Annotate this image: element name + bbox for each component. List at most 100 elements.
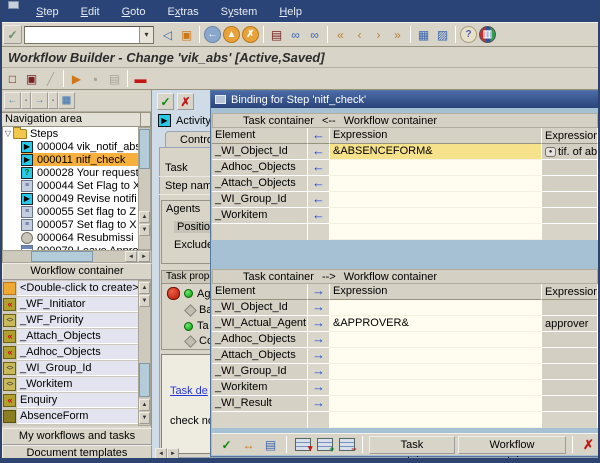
expression-cell[interactable]: [330, 300, 542, 316]
expression-cell[interactable]: [330, 208, 542, 224]
copy-icon[interactable]: ▣: [22, 69, 41, 88]
container-scroll-down2-icon[interactable]: ▼: [139, 412, 150, 424]
expression-cell[interactable]: [330, 380, 542, 396]
forward-history-icon[interactable]: ▪: [48, 92, 58, 109]
container-item[interactable]: <>_WF_Priority: [2, 312, 139, 328]
tree-hscroll-thumb[interactable]: [31, 251, 93, 262]
tree-horizontal-scrollbar[interactable]: ◄ ►: [2, 250, 152, 263]
expression-cell[interactable]: [330, 192, 542, 208]
print-icon[interactable]: ▤: [267, 25, 286, 44]
confirm-icon[interactable]: ✓: [217, 435, 236, 454]
expression-cell[interactable]: [330, 332, 542, 348]
binding-dialog-titlebar[interactable]: Binding for Step 'nitf_check': [211, 91, 599, 108]
window-restore-icon[interactable]: [8, 1, 19, 9]
expression-cell[interactable]: [330, 396, 542, 412]
help-icon[interactable]: ?: [460, 26, 477, 43]
customize-icon[interactable]: ▥: [479, 26, 496, 43]
binding-overview-icon[interactable]: ↔: [239, 435, 258, 454]
agent-property-row[interactable]: Ag: [167, 287, 210, 300]
shortcut-icon[interactable]: ▨: [433, 25, 452, 44]
save-icon[interactable]: ▣: [177, 25, 196, 44]
container-scroll-thumb[interactable]: [139, 363, 150, 397]
tree-scroll-right-icon[interactable]: ►: [138, 251, 150, 262]
test-icon[interactable]: ▶: [67, 69, 86, 88]
tree-step-row[interactable]: ▶000004vik_notif_abs: [3, 140, 139, 153]
nav-exit-icon[interactable]: ▲: [223, 26, 240, 43]
prev-page-icon[interactable]: ‹: [350, 25, 369, 44]
first-page-icon[interactable]: «: [331, 25, 350, 44]
property-row[interactable]: Ba: [186, 304, 212, 316]
next-page-icon[interactable]: ›: [369, 25, 388, 44]
agents-tab[interactable]: Agents: [166, 203, 200, 215]
menu-item-help[interactable]: Help: [279, 6, 302, 18]
container-item[interactable]: <>_Workitem: [2, 376, 139, 392]
menu-item-goto[interactable]: Goto: [122, 6, 146, 18]
step-back-icon[interactable]: ←: [4, 92, 21, 109]
graphic-overview-icon[interactable]: ▦: [58, 92, 75, 109]
expression-cell[interactable]: &ABSENCEFORM&: [330, 144, 542, 160]
generate-icon[interactable]: ▬: [131, 69, 150, 88]
delete-line-icon[interactable]: −: [337, 435, 356, 454]
insert-line-icon[interactable]: ▾: [293, 435, 312, 454]
close-icon[interactable]: ✗: [579, 435, 598, 454]
tree-step-row[interactable]: ≡000055Set flag to Z: [3, 205, 139, 218]
find-next-icon[interactable]: ∞: [305, 25, 324, 44]
command-field[interactable]: [25, 28, 137, 42]
my-workflows-button[interactable]: My workflows and tasks: [2, 428, 152, 445]
back-icon[interactable]: ◁: [158, 25, 177, 44]
check-icon[interactable]: ▤: [261, 435, 280, 454]
task-container-button[interactable]: Task container: [369, 436, 455, 454]
expression-cell[interactable]: &APPROVER&: [330, 316, 542, 332]
expression-cell[interactable]: [330, 160, 542, 176]
tree-step-row[interactable]: ≡000044Set Flag to X: [3, 179, 139, 192]
disabled-a-icon[interactable]: ▪: [86, 69, 105, 88]
expander-icon[interactable]: ▽: [3, 129, 13, 138]
change-icon[interactable]: ╱: [41, 69, 60, 88]
workflow-container-header[interactable]: Workflow container: [2, 263, 152, 280]
tree-step-row[interactable]: ▶000049Revise notifi: [3, 192, 139, 205]
last-page-icon[interactable]: »: [388, 25, 407, 44]
task-description-link[interactable]: Task de: [170, 385, 208, 397]
expression-cell[interactable]: [330, 348, 542, 364]
container-scroll-up2-icon[interactable]: ▲: [139, 399, 150, 411]
disabled-b-icon[interactable]: ▤: [105, 69, 124, 88]
menu-item-extras[interactable]: Extras: [167, 6, 198, 18]
append-line-icon[interactable]: +: [315, 435, 334, 454]
tree-scroll-up-icon[interactable]: ▲: [139, 211, 150, 223]
tree-root-row[interactable]: ▽Steps: [3, 127, 139, 140]
expression-cell[interactable]: [330, 364, 542, 380]
command-history-icon[interactable]: ▾: [139, 27, 153, 43]
tree-scroll-left-icon[interactable]: ◄: [125, 251, 137, 262]
cancel-step-button[interactable]: ✗: [177, 93, 194, 110]
nav-back-icon[interactable]: ←: [204, 26, 221, 43]
container-item[interactable]: «_Attach_Objects: [2, 328, 139, 344]
confirm-step-button[interactable]: ✓: [157, 93, 174, 110]
container-vertical-scrollbar[interactable]: ▲ ▼ ▲ ▼: [138, 280, 151, 426]
tree-step-row[interactable]: 000064Resubmissi: [3, 231, 139, 244]
menu-item-system[interactable]: System: [221, 6, 258, 18]
property-row[interactable]: Co: [186, 335, 213, 347]
tree-step-row[interactable]: ?000028Your request: [3, 166, 139, 179]
new-session-icon[interactable]: ▦: [414, 25, 433, 44]
nav-cancel-icon[interactable]: ✗: [242, 26, 259, 43]
container-item[interactable]: «_WF_Initiator: [2, 296, 139, 312]
create-icon[interactable]: □: [3, 69, 22, 88]
workflow-container-button[interactable]: Workflow container: [458, 436, 566, 454]
tree-step-row[interactable]: ▶000011nitf_check: [3, 153, 139, 166]
container-item[interactable]: <>_WI_Group_Id: [2, 360, 139, 376]
tree-scroll-down-icon[interactable]: ▼: [139, 224, 150, 236]
container-item[interactable]: «Enquiry: [2, 392, 139, 408]
tree-scroll-thumb[interactable]: [139, 129, 150, 169]
tree-step-row[interactable]: ≡000057Set flag to X: [3, 218, 139, 231]
container-item[interactable]: AbsenceForm: [2, 408, 139, 424]
container-item[interactable]: «_Adhoc_Objects: [2, 344, 139, 360]
back-history-icon[interactable]: ▪: [21, 92, 31, 109]
find-icon[interactable]: ∞: [286, 25, 305, 44]
container-item[interactable]: <Double-click to create>: [2, 280, 139, 296]
menu-item-edit[interactable]: Edit: [81, 6, 100, 18]
container-scroll-up-icon[interactable]: ▲: [139, 282, 150, 294]
step-forward-icon[interactable]: →: [31, 92, 48, 109]
expression-cell[interactable]: [330, 176, 542, 192]
enter-button[interactable]: ✓: [3, 25, 22, 44]
tree-vertical-scrollbar[interactable]: ▲ ▼: [138, 127, 151, 250]
